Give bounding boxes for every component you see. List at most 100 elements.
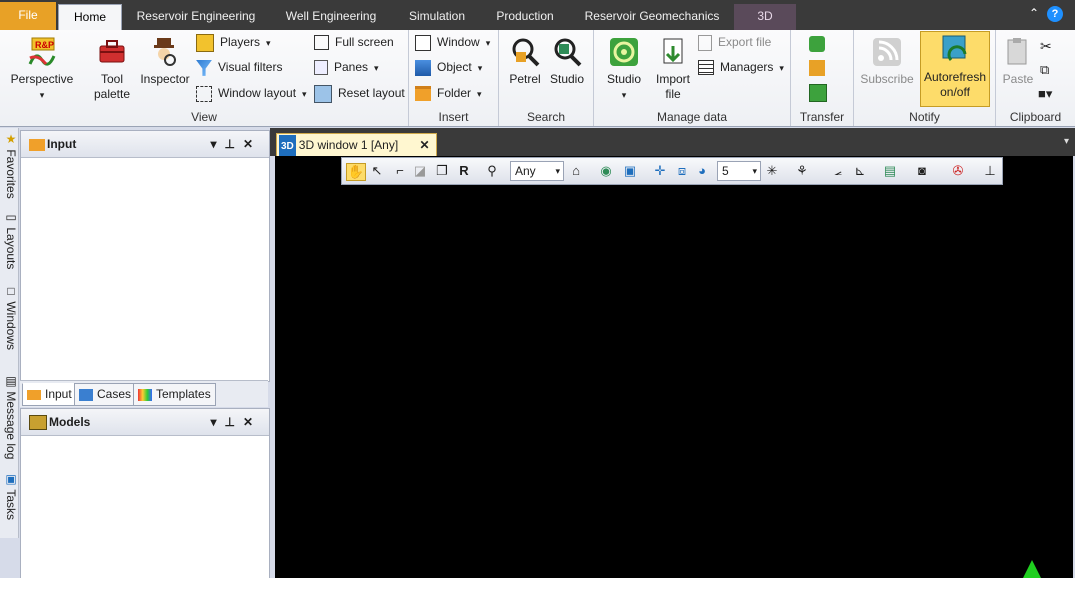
insert-folder-button[interactable]: Folder ▾ [415, 83, 482, 103]
tab-3d[interactable]: 3D [734, 4, 796, 30]
insert-window-button[interactable]: Window ▾ [415, 32, 490, 52]
tab-reservoir-geomechanics[interactable]: Reservoir Geomechanics [578, 4, 726, 30]
cut-icon[interactable]: ✂ [1040, 36, 1052, 56]
tab-reservoir-engineering[interactable]: Reservoir Engineering [128, 4, 264, 30]
pane-controls[interactable]: ▾⊥✕ [210, 131, 261, 157]
models-icon [29, 415, 47, 431]
tab-file[interactable]: File [0, 2, 56, 30]
panes-icon [314, 60, 328, 76]
input-pane-title: Input [47, 137, 77, 151]
rss-icon [873, 38, 901, 66]
search-petrel-icon [512, 38, 540, 67]
walk-icon[interactable]: ✇ [950, 163, 966, 179]
measure-icon[interactable]: ⌐ [392, 163, 408, 179]
camera-icon[interactable]: ■▾ [1038, 84, 1052, 104]
group-label-transfer: Transfer [799, 110, 845, 124]
import-file-icon [663, 38, 683, 64]
eye-view-icon[interactable]: ◉ [598, 163, 614, 179]
export-file-button[interactable]: Export file [698, 32, 771, 52]
help-icon[interactable]: ? [1047, 6, 1063, 22]
tab-production[interactable]: Production [488, 4, 562, 30]
favorites-tab[interactable]: ★ Favorites [0, 132, 18, 199]
players-button[interactable]: Players ▾ [196, 32, 271, 52]
collapse-ribbon-icon[interactable]: ⌃ [1029, 6, 1039, 20]
visual-filters-button[interactable]: Visual filters [196, 57, 282, 77]
managers-button[interactable]: Managers ▾ [698, 57, 784, 77]
object-icon [415, 59, 431, 76]
3d-window-icon: 3D [279, 135, 296, 158]
tasks-tab[interactable]: ▣ Tasks [0, 472, 18, 520]
legend-icon[interactable]: ▤ [882, 163, 898, 179]
ribbon: R&P Perspective ▾ Tool palette Inspector P… [0, 30, 1075, 127]
group-label-notify: Notify [909, 110, 940, 124]
bottom-area [0, 578, 1075, 597]
lock-view-icon[interactable]: ◕ [694, 163, 710, 179]
home-view-icon[interactable]: ⌂ [568, 163, 584, 179]
bounding-box-icon[interactable]: ▣ [622, 163, 638, 179]
cube-view-icon[interactable]: ⧈ [674, 163, 690, 179]
tab-well-engineering[interactable]: Well Engineering [276, 4, 386, 30]
group-label-search: Search [526, 110, 566, 124]
target-icon[interactable]: ✛ [652, 163, 668, 179]
eraser-icon[interactable]: ◪ [412, 163, 428, 179]
search-studio-button[interactable]: Studio [545, 34, 589, 87]
left-side-strip: ★ Favorites ▭ Layouts □ Windows ▤ Messag… [0, 128, 19, 538]
tool-palette-button[interactable]: Tool palette [84, 34, 140, 102]
layout-icon: ▭ [4, 210, 18, 224]
tab-cases[interactable]: Cases [74, 383, 137, 406]
tab-templates[interactable]: Templates [133, 383, 216, 406]
folder-icon [415, 86, 431, 102]
reset-layout-button[interactable]: Reset layout [314, 83, 405, 103]
insert-object-button[interactable]: Object ▾ [415, 57, 482, 77]
binoculars-icon[interactable]: ⚘ [794, 163, 810, 179]
import-file-button[interactable]: Import file [650, 34, 696, 102]
3d-toolbar: ✋ ↖ ⌐ ◪ ❐ R ⚲ Any ▾ ⌂ ◉ ▣ ✛ ⧈ ◕ 5 ▾ ✳ ⚘ ⦟ … [341, 157, 1003, 185]
subscribe-button[interactable]: Subscribe [856, 34, 918, 87]
search-petrel-button[interactable]: Petrel [503, 34, 547, 87]
pin-icon[interactable]: ⊥ [982, 163, 998, 179]
paste-button[interactable]: Paste [998, 34, 1038, 87]
transfer-send-icon[interactable] [809, 84, 827, 102]
message-log-tab[interactable]: ▤ Message log [0, 374, 18, 459]
perspective-button[interactable]: R&P Perspective ▾ [6, 34, 78, 103]
paste-icon [1007, 38, 1027, 65]
tasks-icon: ▣ [4, 472, 18, 486]
tab-list-dropdown-icon[interactable]: ▾ [1064, 136, 1069, 147]
group-label-manage-data: Manage data [656, 110, 728, 124]
tab-simulation[interactable]: Simulation [400, 4, 474, 30]
pane-controls[interactable]: ▾⊥✕ [210, 409, 261, 435]
export-file-icon [698, 34, 712, 51]
angle-icon[interactable]: ⦟ [830, 163, 846, 179]
input-pane-tabs: Input Cases Templates [20, 380, 268, 407]
full-screen-button[interactable]: Full screen [314, 32, 394, 52]
layouts-tab[interactable]: ▭ Layouts [0, 210, 18, 269]
rr-icon[interactable]: R [456, 163, 472, 179]
pick-icon[interactable]: ⚲ [484, 163, 500, 179]
autorefresh-icon [942, 35, 967, 61]
transfer-sync-icon[interactable] [809, 36, 825, 52]
tab-home[interactable]: Home [58, 4, 122, 31]
transfer-swap-icon[interactable] [809, 60, 825, 76]
close-tab-icon[interactable]: ✕ [420, 138, 430, 152]
tab-3d-window-1[interactable]: 3D 3D window 1 [Any] ✕ [276, 133, 437, 158]
window-layout-button[interactable]: Window layout ▾ [196, 83, 307, 103]
north-arrow-icon [1023, 560, 1041, 578]
light-icon[interactable]: ✳ [764, 163, 780, 179]
tab-input[interactable]: Input [22, 383, 77, 406]
studio-button[interactable]: Studio ▾ [598, 34, 650, 103]
camera-icon[interactable]: ◙ [914, 163, 930, 179]
panes-button[interactable]: Panes ▾ [314, 57, 379, 77]
scale-select[interactable]: 5 ▾ [717, 161, 761, 181]
select-pointer-icon[interactable]: ↖ [369, 163, 385, 179]
inspector-button[interactable]: Inspector [138, 34, 192, 87]
pan-hand-icon[interactable]: ✋ [346, 163, 366, 181]
inspector-icon [154, 38, 176, 66]
axis-icon[interactable]: ⊾ [852, 163, 868, 179]
copy-view-icon[interactable]: ❐ [434, 163, 450, 179]
cases-icon [79, 388, 93, 401]
autorefresh-toggle[interactable]: Autorefresh on/off [920, 31, 990, 107]
3d-viewport[interactable] [275, 156, 1073, 578]
filter-select[interactable]: Any ▾ [510, 161, 564, 181]
copy-icon[interactable]: ⧉ [1040, 60, 1049, 80]
windows-tab[interactable]: □ Windows [0, 284, 18, 350]
